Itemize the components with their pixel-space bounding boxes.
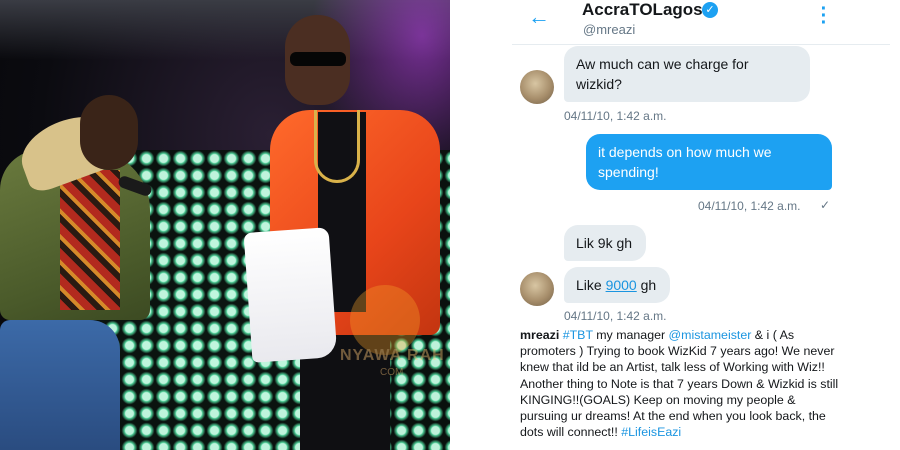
performer-right-chain [314,110,360,183]
message-link[interactable]: 9000 [606,277,637,293]
message-text: gh [636,277,657,293]
caption-mention[interactable]: @mistameister [669,328,752,342]
caption-username[interactable]: mreazi [520,328,559,342]
conversation-handle: @mreazi [583,22,636,37]
caption-text: my manager [592,328,669,342]
verified-icon: ✓ [702,2,718,18]
post-caption: mreazi #TBT my manager @mistameister & i… [520,327,842,440]
message-bubble-incoming[interactable]: Like 9000 gh [564,267,670,303]
message-timestamp: 04/11/10, 1:42 a.m. [564,309,667,323]
message-timestamp: 04/11/10, 1:42 a.m. [698,199,801,213]
more-vertical-icon[interactable]: · · · [820,0,828,33]
checkmark-icon: ✓ [820,198,831,212]
performer-right-sunglasses [290,52,346,66]
performer-right-towel [243,227,338,363]
avatar[interactable] [520,70,554,104]
message-bubble-incoming[interactable]: Lik 9k gh [564,225,646,261]
watermark-circle [350,285,420,355]
watermark-logo: NYAWA RAH COM [340,285,450,405]
performer-left-jeans [0,320,120,450]
performer-left-head [80,95,138,170]
direct-message-screen: ← AccraTOLagos ✓ @mreazi · · · Aw much can… [452,0,900,450]
message-bubble-incoming[interactable]: Aw much can we charge for wizkid? [564,46,810,102]
conversation-name: AccraTOLagos [582,0,703,19]
message-timestamp: 04/11/10, 1:42 a.m. [564,109,667,123]
performer-left-scarf [60,170,120,310]
caption-text: & i ( As promoters ) Trying to book WizK… [520,328,839,440]
watermark-subtext: COM [380,367,404,378]
back-arrow-icon[interactable]: ← [528,6,552,28]
concert-photo: NYAWA RAH COM [0,0,450,450]
caption-end-hashtag[interactable]: #LifeisEazi [621,425,681,439]
caption-hashtag[interactable]: #TBT [563,328,593,342]
avatar[interactable] [520,272,554,306]
watermark-text: NYAWA RAH [340,347,445,364]
message-bubble-outgoing[interactable]: it depends on how much we spending! [586,134,832,190]
message-text: Like [576,277,606,293]
